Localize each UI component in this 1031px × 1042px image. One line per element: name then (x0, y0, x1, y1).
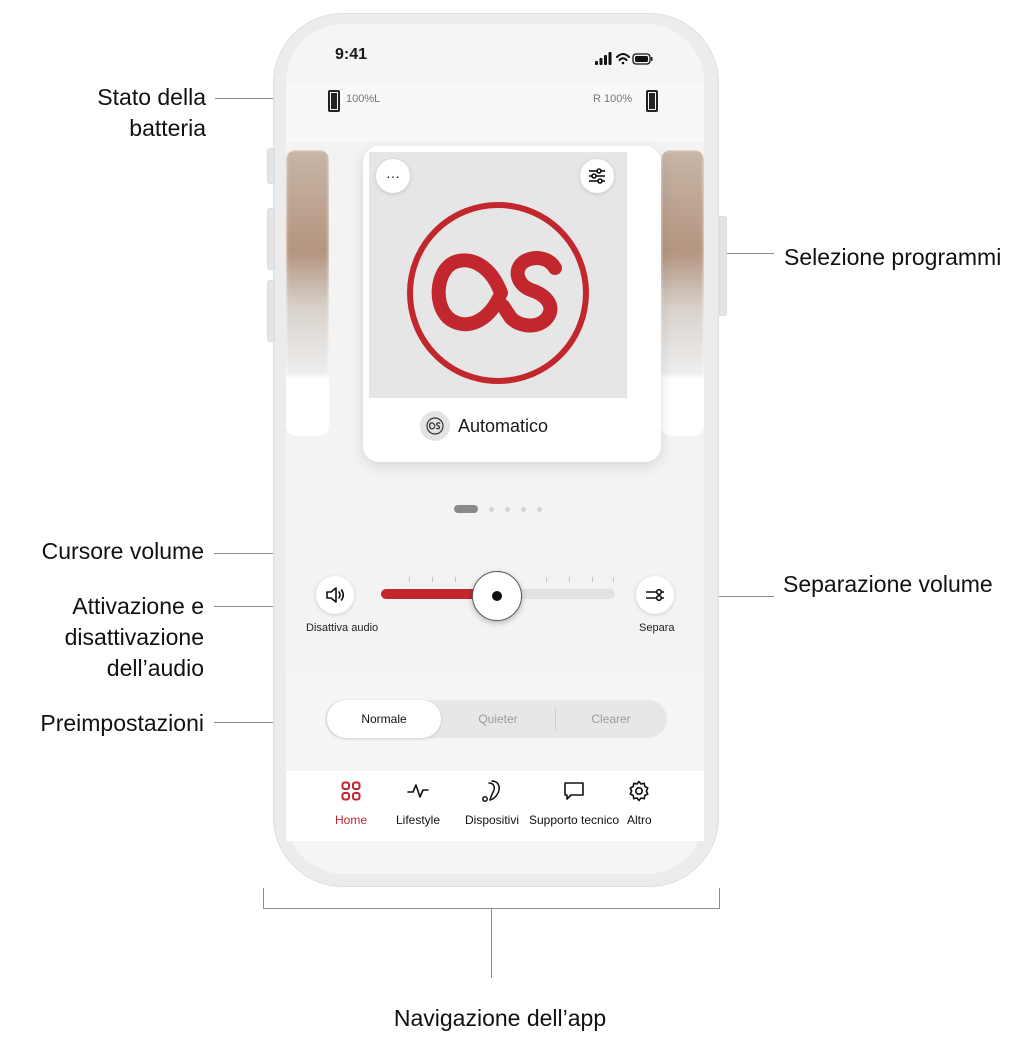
phone-side-button (267, 148, 275, 184)
right-battery-label: R 100% (593, 93, 633, 105)
nav-item-altro[interactable]: Altro (627, 779, 652, 827)
nav-label-lifestyle: Lifestyle (396, 813, 441, 827)
left-battery-icon (328, 90, 340, 112)
pager-dot-active[interactable] (454, 505, 478, 513)
volume-tick (409, 577, 410, 582)
program-selection-callout: Selezione programmi (784, 244, 1002, 270)
program-settings-button[interactable] (580, 159, 614, 193)
gear-icon (627, 779, 651, 803)
nav-item-supporto-tecnico[interactable]: Supporto tecnico (529, 779, 619, 827)
mute-callout: Attivazione e disattivazione dell’audio (20, 591, 204, 684)
status-icons (595, 52, 653, 65)
presets-control: Normale Quieter Clearer (325, 700, 667, 738)
program-name-row: Automatico (420, 411, 620, 441)
more-options-button[interactable]: ··· (376, 159, 410, 193)
nav-bracket-left (263, 888, 264, 908)
activity-icon (406, 779, 430, 803)
volume-tick (455, 577, 456, 582)
volume-tick (613, 577, 614, 582)
volume-tick (569, 577, 570, 582)
hearing-aid-icon (480, 779, 504, 803)
program-name: Automatico (458, 415, 549, 436)
volume-split-callout: Separazione volume (783, 571, 993, 597)
mute-caption: Disattiva audio (306, 622, 379, 634)
nav-bracket-stem (491, 908, 492, 978)
battery-callout-line1: Stato della (97, 84, 206, 110)
nav-item-dispositivi[interactable]: Dispositivi (465, 779, 519, 827)
split-sliders-icon (646, 588, 664, 602)
volume-tick (432, 577, 433, 582)
status-bar: 9:41 (286, 24, 704, 84)
phone-volume-down (267, 280, 275, 342)
left-battery-label: 100%L (346, 93, 381, 105)
presets-callout: Preimpostazioni (40, 710, 204, 736)
wifi-icon (616, 53, 630, 65)
volume-tick (546, 577, 547, 582)
right-battery-icon (646, 90, 658, 112)
nav-item-home[interactable]: Home (335, 779, 367, 827)
more-options-label: ··· (386, 168, 400, 184)
next-program-card[interactable] (661, 150, 704, 436)
pager-dot[interactable] (505, 507, 510, 512)
battery-callout-line2: batteria (129, 115, 206, 141)
pager-dot[interactable] (489, 507, 494, 512)
preset-normale[interactable]: Normale (327, 700, 441, 738)
split-volume-button[interactable] (636, 576, 674, 614)
split-caption: Separa (639, 622, 675, 634)
pager-dot[interactable] (537, 507, 542, 512)
nav-label-supporto-tecnico: Supporto tecnico (529, 813, 620, 827)
mute-callout-line3: dell’audio (106, 655, 204, 681)
nav-label-dispositivi: Dispositivi (465, 813, 520, 827)
speaker-icon (326, 587, 345, 603)
battery-callout: Stato della batteria (60, 82, 206, 144)
phone-power-button (719, 216, 727, 316)
nav-bracket-right (719, 888, 720, 908)
sliders-icon (589, 168, 605, 184)
mute-callout-line1: Attivazione e (72, 593, 204, 619)
nav-label-altro: Altro (627, 813, 652, 827)
volume-tick (592, 577, 593, 582)
preset-quieter[interactable]: Quieter (441, 700, 555, 738)
home-grid-icon (339, 779, 363, 803)
mute-button[interactable] (316, 576, 354, 614)
phone-volume-up (267, 208, 275, 270)
nav-item-lifestyle[interactable]: Lifestyle (396, 779, 440, 827)
preset-clearer[interactable]: Clearer (555, 700, 667, 738)
signal-icon (595, 52, 612, 65)
app-navigation-callout: Navigazione dell’app (393, 1005, 607, 1031)
volume-slider-knob[interactable] (472, 571, 522, 621)
prev-program-photo (286, 150, 329, 376)
mute-callout-line2: disattivazione (64, 624, 204, 650)
volume-cursor-callout: Cursore volume (41, 538, 204, 564)
chat-bubble-icon (562, 779, 586, 803)
phone-battery-icon (632, 53, 653, 65)
status-time: 9:41 (335, 46, 368, 63)
automatic-program-icon (407, 202, 589, 384)
automatic-small-icon (420, 411, 450, 441)
pager-dot[interactable] (521, 507, 526, 512)
nav-label-home: Home (335, 813, 368, 827)
prev-program-card[interactable] (286, 150, 329, 436)
next-program-photo (661, 150, 704, 376)
bottom-navigation: Home Lifestyle Dispositivi Supporto tecn… (286, 771, 704, 841)
